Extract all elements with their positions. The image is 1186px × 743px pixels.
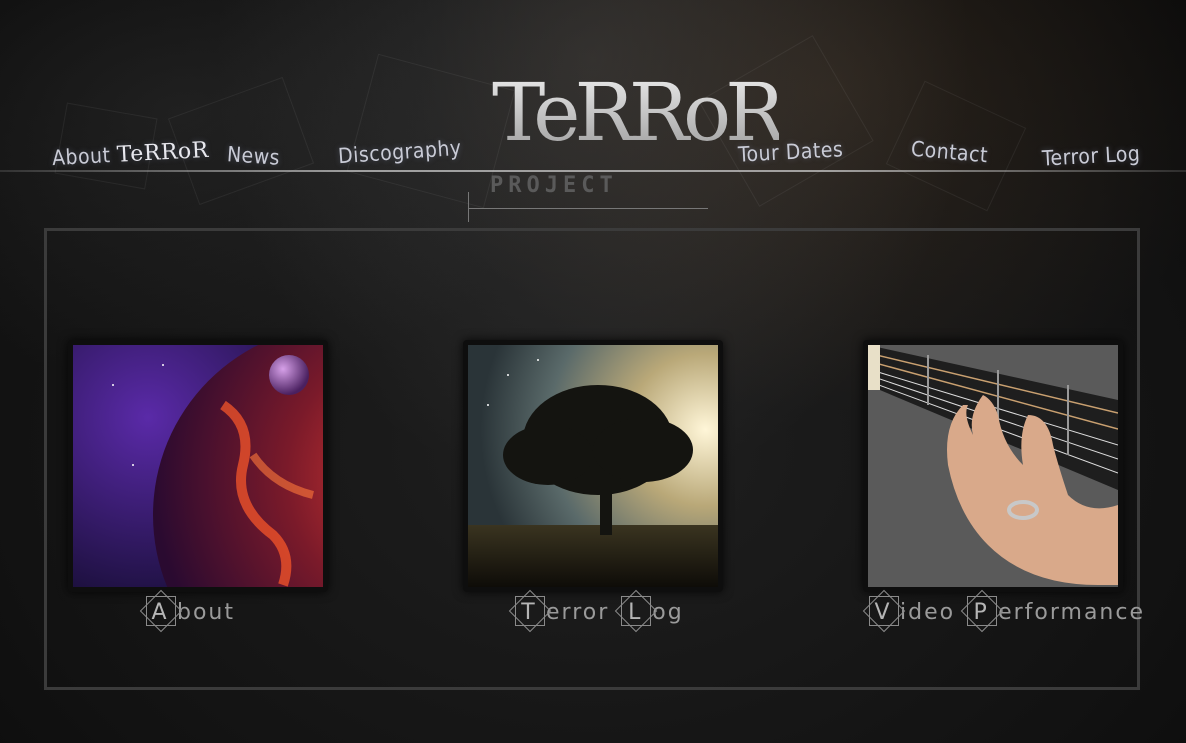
- nav-item-terror-log-label: Terror Log: [1041, 141, 1141, 171]
- nav-item-about-label: About: [51, 142, 118, 171]
- nav-item-news[interactable]: News: [226, 142, 281, 170]
- logo-bracket: [468, 192, 469, 222]
- caption-video-performance[interactable]: Video Performance: [866, 596, 1146, 626]
- nav-item-about-brand: TeRRoR: [116, 137, 210, 168]
- caption-performance-initial: P: [964, 596, 998, 626]
- caption-about[interactable]: About: [143, 596, 235, 626]
- caption-video-initial: V: [866, 596, 900, 626]
- caption-terror-initial: T: [512, 596, 546, 626]
- caption-about-initial: A: [143, 596, 177, 626]
- nav-item-news-label: News: [226, 142, 281, 170]
- logo-underline: [468, 208, 708, 209]
- planet-image: [73, 345, 323, 587]
- logo-subtitle: PROJECT: [490, 173, 618, 198]
- nav-item-terror-log[interactable]: Terror Log: [1041, 141, 1140, 170]
- card-terror-log[interactable]: [463, 340, 723, 592]
- caption-video-rest: ideo: [900, 600, 965, 625]
- caption-performance-rest: erformance: [998, 600, 1146, 625]
- caption-about-rest: bout: [177, 600, 235, 625]
- card-video-performance[interactable]: [863, 340, 1123, 592]
- guitar-image: [868, 345, 1118, 587]
- caption-terror-log[interactable]: Terror Log: [512, 596, 684, 626]
- caption-log-rest: og: [652, 600, 684, 625]
- tree-image: [468, 345, 718, 587]
- caption-log-initial: L: [618, 596, 652, 626]
- card-about[interactable]: [68, 340, 328, 592]
- caption-terror-rest: error: [546, 600, 619, 625]
- site-logo[interactable]: TeRRoR PROJECT: [468, 60, 785, 225]
- logo-wordmark: TeRRoR: [492, 66, 785, 159]
